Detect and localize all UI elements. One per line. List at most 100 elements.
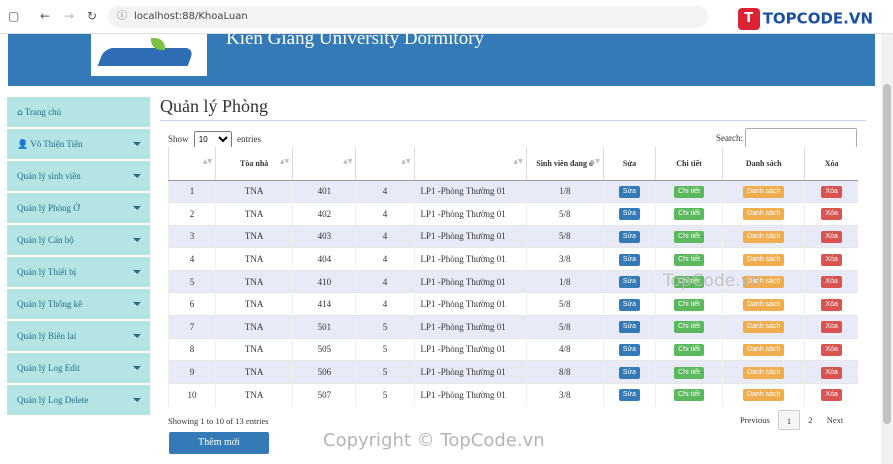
student-list-button[interactable]: Danh sách: [742, 298, 785, 311]
forward-icon[interactable]: →: [64, 9, 74, 23]
cell-building: TNA: [215, 360, 293, 384]
edit-button[interactable]: Sửa: [618, 321, 641, 334]
sidebar-item-0[interactable]: ⌂ Trang chủ: [7, 97, 150, 129]
cell-type: LP1 -Phòng Thường 01: [413, 224, 527, 248]
detail-button[interactable]: Chi tiết: [674, 321, 704, 334]
page-1-button[interactable]: 1: [778, 410, 800, 430]
detail-button[interactable]: Chi tiết: [674, 208, 704, 221]
delete-button[interactable]: Xóa: [821, 208, 842, 221]
column-header-2[interactable]: ▲▼: [292, 147, 356, 181]
detail-button[interactable]: Chi tiết: [674, 230, 704, 243]
cell-no: 2: [167, 202, 216, 226]
delete-button[interactable]: Xóa: [821, 343, 842, 356]
edit-button[interactable]: Sửa: [618, 366, 641, 379]
edit-button[interactable]: Sửa: [618, 185, 641, 198]
sidebar-item-1[interactable]: 👤 Võ Thiện Tiên: [7, 129, 150, 161]
sidebar-item-label: Trang chủ: [24, 107, 62, 117]
edit-button[interactable]: Sửa: [618, 343, 641, 356]
reload-icon[interactable]: ↻: [87, 9, 97, 23]
back-icon[interactable]: ←: [40, 9, 50, 23]
scrollbar-thumb[interactable]: [883, 84, 891, 424]
cell-floor: 5: [355, 337, 414, 361]
student-list-button[interactable]: Danh sách: [742, 321, 785, 334]
column-header-3[interactable]: ▲▼: [355, 147, 414, 181]
previous-page-button[interactable]: Previous: [734, 410, 776, 430]
next-page-button[interactable]: Next: [821, 410, 850, 430]
topcode-logo-icon: T: [737, 8, 760, 30]
sidebar-item-5[interactable]: Quản lý Thiết bị: [7, 257, 150, 289]
column-header-8[interactable]: Danh sách: [722, 147, 805, 181]
column-header-0[interactable]: ▲▼: [167, 147, 216, 181]
site-info-icon[interactable]: ⓘ: [117, 6, 127, 28]
edit-button[interactable]: Sửa: [618, 253, 641, 266]
sidebar-item-3[interactable]: Quản lý Phòng Ở: [7, 193, 150, 225]
search-input[interactable]: [745, 128, 857, 148]
delete-button[interactable]: Xóa: [821, 230, 842, 243]
detail-button[interactable]: Chi tiết: [674, 185, 704, 198]
cell-building: TNA: [215, 224, 293, 248]
cell-edit: Sửa: [602, 315, 656, 339]
cell-type: LP1 -Phòng Thường 01: [413, 202, 527, 226]
column-header-4[interactable]: ▲▼: [413, 147, 527, 181]
cell-list: Danh sách: [722, 315, 805, 339]
page-length-select[interactable]: 10: [193, 131, 232, 148]
table-row: 8 TNA 505 5 LP1 -Phòng Thường 01 4/8 Sửa Chi ti…: [167, 337, 858, 361]
student-list-button[interactable]: Danh sách: [742, 253, 785, 266]
cell-type: LP1 -Phòng Thường 01: [413, 382, 527, 406]
edit-button[interactable]: Sửa: [618, 298, 641, 311]
cell-delete: Xóa: [804, 202, 858, 226]
column-header-7[interactable]: Chi tiết: [654, 147, 723, 181]
sidebar-item-6[interactable]: Quản lý Thống kê: [7, 289, 150, 321]
column-header-5[interactable]: Sinh viên đang ở ▲▼: [525, 147, 604, 181]
student-list-button[interactable]: Danh sách: [742, 389, 785, 402]
student-list-button[interactable]: Danh sách: [742, 366, 785, 379]
sidebar-item-8[interactable]: Quản lý Log Edit: [7, 353, 150, 385]
detail-button[interactable]: Chi tiết: [674, 298, 704, 311]
detail-button[interactable]: Chi tiết: [674, 253, 704, 266]
detail-button[interactable]: Chi tiết: [674, 389, 704, 402]
delete-button[interactable]: Xóa: [821, 298, 842, 311]
student-list-button[interactable]: Danh sách: [742, 343, 785, 356]
sidebar-item-7[interactable]: Quản lý Biên lai: [7, 321, 150, 353]
cell-room: 414: [292, 292, 356, 316]
detail-button[interactable]: Chi tiết: [674, 343, 704, 356]
delete-button[interactable]: Xóa: [821, 253, 842, 266]
delete-button[interactable]: Xóa: [821, 185, 842, 198]
edit-button[interactable]: Sửa: [618, 389, 641, 402]
sidebar-item-9[interactable]: Quản lý Log Delete: [7, 385, 150, 417]
delete-button[interactable]: Xóa: [821, 366, 842, 379]
sidebar-item-4[interactable]: Quản lý Cán bộ: [7, 225, 150, 257]
add-room-button[interactable]: Thêm mới: [169, 432, 269, 454]
delete-button[interactable]: Xóa: [821, 321, 842, 334]
cell-no: 3: [167, 224, 216, 248]
student-list-button[interactable]: Danh sách: [742, 230, 785, 243]
page-length-control: Show 10 entries: [168, 131, 261, 148]
address-bar[interactable]: ⓘ localhost:88/KhoaLuan: [108, 6, 708, 28]
student-list-button[interactable]: Danh sách: [742, 208, 785, 221]
delete-button[interactable]: Xóa: [821, 389, 842, 402]
delete-button[interactable]: Xóa: [821, 276, 842, 289]
cell-students: 5/8: [525, 292, 604, 316]
edit-button[interactable]: Sửa: [618, 208, 641, 221]
cell-students: 4/8: [525, 337, 604, 361]
cell-students: 3/8: [525, 247, 604, 271]
sidebar-item-label: Quản lý Log Delete: [17, 395, 89, 405]
column-header-6[interactable]: Sửa: [602, 147, 656, 181]
sidebar-item-2[interactable]: Quản lý sinh viên: [7, 161, 150, 193]
edit-button[interactable]: Sửa: [618, 276, 641, 289]
page-scrollbar[interactable]: [881, 34, 893, 464]
cell-building: TNA: [215, 247, 293, 271]
cell-detail: Chi tiết: [654, 360, 723, 384]
column-header-1[interactable]: Tòa nhà ▲▼: [215, 147, 293, 181]
cell-list: Danh sách: [722, 202, 805, 226]
caret-down-icon: [133, 142, 141, 146]
page-2-button[interactable]: 2: [802, 410, 818, 430]
cell-room: 501: [292, 315, 356, 339]
window-menu-icon[interactable]: ▢: [8, 9, 19, 23]
cell-detail: Chi tiết: [654, 337, 723, 361]
sort-icon: ▲▼: [202, 158, 213, 165]
detail-button[interactable]: Chi tiết: [674, 366, 704, 379]
edit-button[interactable]: Sửa: [618, 230, 641, 243]
student-list-button[interactable]: Danh sách: [742, 185, 785, 198]
column-header-9[interactable]: Xóa: [804, 147, 858, 181]
